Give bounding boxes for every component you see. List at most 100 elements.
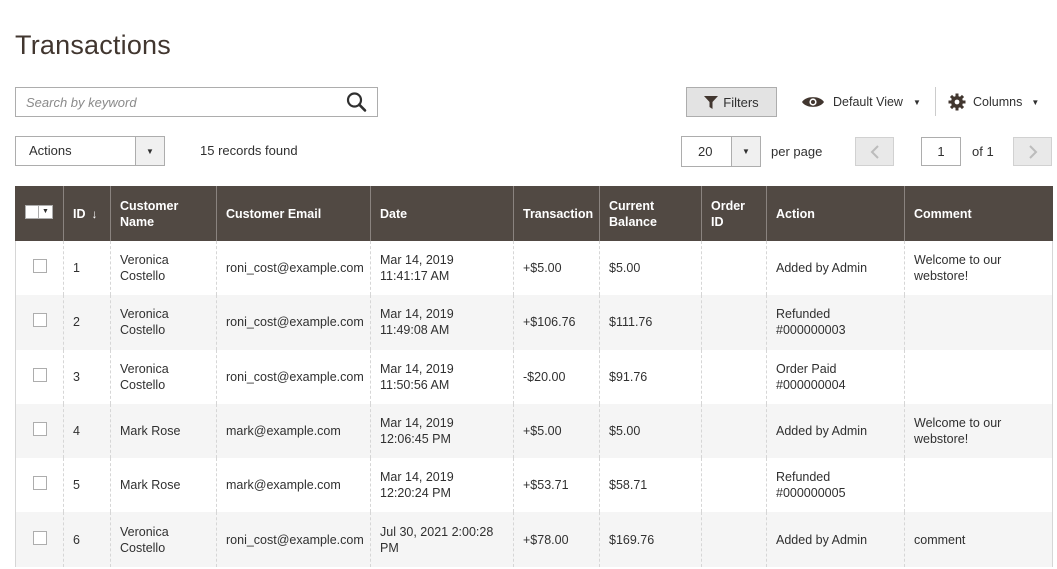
cell-order-id [701,403,767,459]
cell-customer-name: Veronica Costello [110,295,217,350]
next-page-button[interactable] [1013,137,1052,166]
columns-dropdown[interactable]: Columns ▼ [948,92,1039,112]
toolbar-divider [935,87,936,116]
cell-customer-email: mark@example.com [216,458,371,513]
column-header-customer-name[interactable]: Customer Name [110,186,217,241]
columns-label: Columns [973,95,1023,109]
chevron-down-icon[interactable]: ▼ [731,137,760,166]
default-view-dropdown[interactable]: Default View ▼ [801,92,921,112]
row-checkbox[interactable] [33,530,47,545]
table-row[interactable]: 4 Mark Rose mark@example.com Mar 14, 201… [15,403,1053,459]
cell-id: 4 [63,403,111,459]
per-page-value: 20 [698,144,713,159]
cell-current-balance: $91.76 [599,349,702,404]
cell-date: Mar 14, 2019 12:06:45 PM [370,403,514,459]
chevron-down-icon: ▼ [1031,97,1040,107]
per-page-label: per page [771,144,823,159]
cell-transaction: +$5.00 [513,241,600,296]
row-checkbox[interactable] [33,476,47,491]
cell-date: Mar 14, 2019 12:20:24 PM [370,458,514,513]
cell-comment [904,349,1053,404]
chevron-down-icon[interactable]: ▼ [135,137,164,165]
cell-customer-email: roni_cost@example.com [216,295,371,350]
table-row[interactable]: 5 Mark Rose mark@example.com Mar 14, 201… [15,458,1053,513]
cell-comment [904,458,1053,513]
search-button[interactable] [345,91,369,113]
cell-customer-name: Veronica Costello [110,241,217,296]
cell-id: 3 [63,349,111,404]
row-checkbox-cell [15,349,64,404]
column-header-transaction[interactable]: Transaction [513,186,600,241]
cell-id: 6 [63,512,111,567]
cell-customer-email: roni_cost@example.com [216,349,371,404]
cell-comment [904,295,1053,350]
cell-order-id [701,458,767,513]
cell-transaction: +$5.00 [513,403,600,459]
cell-customer-name: Mark Rose [110,403,217,459]
cell-comment: Welcome to our webstore! [904,241,1053,296]
cell-order-id [701,295,767,350]
cell-customer-email: roni_cost@example.com [216,241,371,296]
column-header-order-id[interactable]: Order ID [701,186,767,241]
table-row[interactable]: 3 Veronica Costello roni_cost@example.co… [15,349,1053,404]
cell-customer-name: Veronica Costello [110,512,217,567]
cell-customer-email: mark@example.com [216,403,371,459]
cell-current-balance: $169.76 [599,512,702,567]
cell-order-id [701,512,767,567]
cell-transaction: +$78.00 [513,512,600,567]
row-checkbox-cell [15,241,64,296]
search-input[interactable] [16,88,316,116]
cell-order-id [701,349,767,404]
column-header-current-balance[interactable]: Current Balance [599,186,702,241]
gear-icon [948,93,966,111]
row-checkbox-cell [15,458,64,513]
per-page-select[interactable]: 20 ▼ [681,136,761,167]
column-header-action[interactable]: Action [766,186,905,241]
cell-action: Added by Admin [766,512,905,567]
cell-customer-name: Mark Rose [110,458,217,513]
cell-transaction: +$53.71 [513,458,600,513]
cell-customer-name: Veronica Costello [110,349,217,404]
cell-id: 2 [63,295,111,350]
column-header-date[interactable]: Date [370,186,514,241]
filters-label: Filters [723,94,759,110]
mass-select-dropdown[interactable]: ▼ [25,205,53,219]
table-row[interactable]: 2 Veronica Costello roni_cost@example.co… [15,295,1053,350]
cell-comment: Welcome to our webstore! [904,403,1053,459]
total-pages-label: of 1 [972,144,994,159]
column-header-id[interactable]: ID ↓ [63,186,111,241]
row-checkbox[interactable] [33,422,47,437]
table-row[interactable]: 6 Veronica Costello roni_cost@example.co… [15,512,1053,567]
actions-dropdown[interactable]: Actions ▼ [15,136,165,166]
previous-page-button[interactable] [855,137,894,166]
row-checkbox[interactable] [33,313,47,328]
chevron-down-icon: ▼ [912,97,921,107]
default-view-label: Default View [833,95,903,109]
row-checkbox[interactable] [33,367,47,382]
sort-descending-icon: ↓ [91,206,98,221]
cell-id: 1 [63,241,111,296]
cell-action: Refunded #000000003 [766,295,905,350]
cell-date: Mar 14, 2019 11:41:17 AM [370,241,514,296]
cell-current-balance: $5.00 [599,403,702,459]
column-header-customer-email[interactable]: Customer Email [216,186,371,241]
chevron-down-icon: ▼ [42,208,49,215]
mass-select-checkbox[interactable] [26,206,39,218]
cell-customer-email: roni_cost@example.com [216,512,371,567]
actions-label: Actions [29,143,72,158]
row-checkbox-cell [15,512,64,567]
cell-date: Mar 14, 2019 11:49:08 AM [370,295,514,350]
chevron-right-icon [1028,144,1037,159]
mass-select-header: ▼ [15,186,64,241]
row-checkbox[interactable] [33,259,47,274]
cell-comment: comment [904,512,1053,567]
column-header-comment[interactable]: Comment [904,186,1053,241]
table-row[interactable]: 1 Veronica Costello roni_cost@example.co… [15,241,1053,296]
search-box [15,87,378,117]
filters-button[interactable]: Filters [686,87,777,117]
current-page-input[interactable]: 1 [921,137,961,166]
search-icon [346,92,367,112]
cell-action: Added by Admin [766,403,905,459]
row-checkbox-cell [15,403,64,459]
column-header-id-label: ID [73,206,86,221]
